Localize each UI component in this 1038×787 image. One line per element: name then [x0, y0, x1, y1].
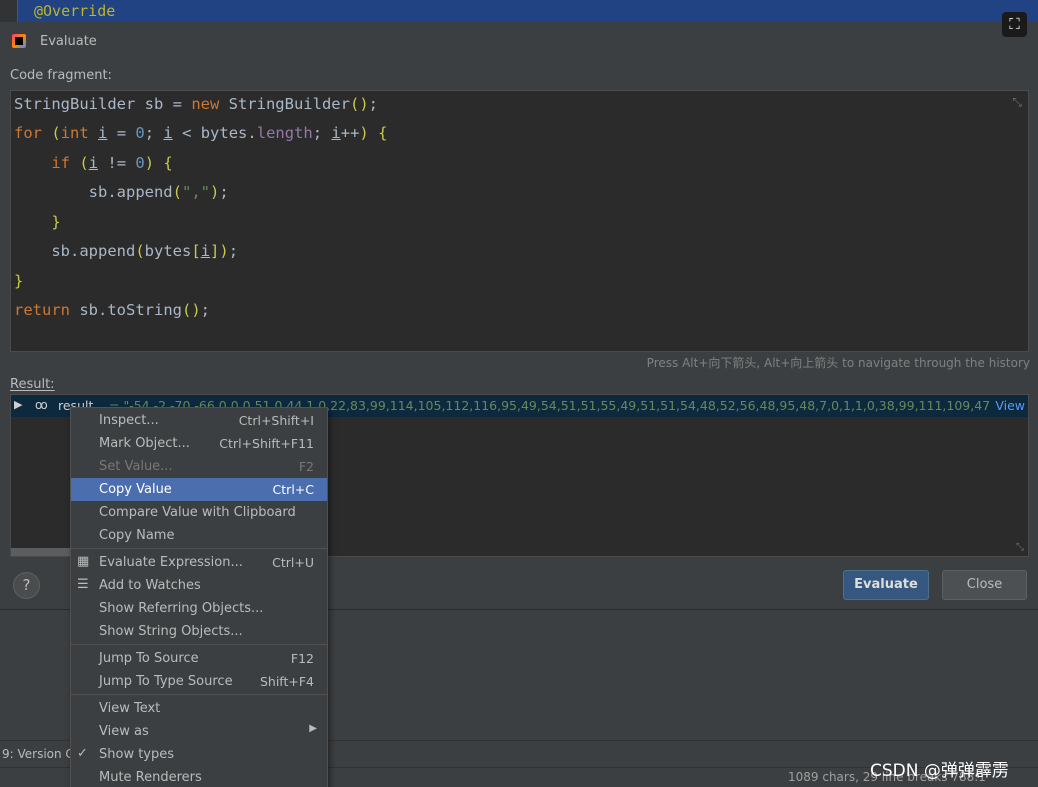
menu-item-label: Compare Value with Clipboard — [99, 505, 296, 520]
dialog-title-bar[interactable]: Evaluate ⛶ — [0, 12, 1038, 62]
watches-icon: ☰ — [77, 577, 89, 592]
menu-item-shortcut: Ctrl+Shift+F11 — [219, 436, 314, 451]
menu-item-mark-object[interactable]: Mark Object... Ctrl+Shift+F11 — [71, 432, 327, 455]
menu-item-label: View Text — [99, 701, 161, 716]
menu-item-label: Add to Watches — [99, 578, 201, 593]
menu-item-label: Show String Objects... — [99, 624, 243, 639]
menu-item-inspect[interactable]: Inspect... Ctrl+Shift+I — [71, 409, 327, 432]
dialog-title: Evaluate — [40, 34, 97, 49]
view-link[interactable]: View — [995, 398, 1025, 413]
editor-gutter — [0, 0, 18, 22]
checkmark-icon: ✓ — [77, 746, 88, 761]
collapse-icon[interactable]: ⤡ — [1012, 95, 1022, 110]
menu-item-add-to-watches[interactable]: ☰ Add to Watches — [71, 574, 327, 597]
code-line: } — [14, 272, 24, 290]
code-line: if (i != 0) { — [51, 154, 173, 172]
menu-item-show-string-objects[interactable]: Show String Objects... — [71, 620, 327, 643]
menu-item-set-value[interactable]: Set Value... F2 — [71, 455, 327, 478]
menu-item-shortcut: Ctrl+U — [272, 555, 314, 570]
csdn-watermark: CSDN @弹弹霹雳 — [870, 761, 1009, 781]
resize-grip-icon[interactable]: ⤡ — [1016, 542, 1024, 553]
menu-item-label: Inspect... — [99, 413, 159, 428]
menu-item-label: Jump To Type Source — [99, 674, 233, 689]
menu-separator — [71, 644, 327, 645]
menu-item-shortcut: Shift+F4 — [259, 674, 314, 689]
menu-item-label: Copy Name — [99, 528, 175, 543]
menu-item-copy-name[interactable]: Copy Name — [71, 524, 327, 547]
result-label: Result: — [10, 377, 55, 392]
code-line: sb.append(","); — [14, 183, 229, 201]
code-fragment-editor[interactable]: ⤡ StringBuilder sb = new StringBuilder()… — [10, 90, 1029, 352]
help-button[interactable]: ? — [13, 572, 40, 599]
menu-item-show-types[interactable]: ✓ Show types — [71, 743, 327, 766]
editor-line: @Override — [0, 0, 1038, 22]
code-fragment-label: Code fragment: — [10, 68, 112, 83]
code-line: return sb.toString(); — [14, 301, 211, 319]
menu-item-evaluate-expression[interactable]: ▦ Evaluate Expression... Ctrl+U — [71, 551, 327, 574]
menu-item-label: Show types — [99, 747, 175, 762]
evaluate-button[interactable]: Evaluate — [843, 570, 929, 600]
watch-glasses-icon: oo — [35, 398, 48, 412]
menu-item-shortcut: F12 — [290, 651, 314, 666]
code-line: } — [51, 213, 61, 231]
code-line: for (int i = 0; i < bytes.length; i++) { — [14, 124, 388, 142]
code-line: sb.append(bytes[i]); — [14, 242, 239, 260]
menu-item-view-text[interactable]: View Text — [71, 697, 327, 720]
menu-item-compare-value-with-clipboard[interactable]: Compare Value with Clipboard — [71, 501, 327, 524]
menu-item-mute-renderers[interactable]: Mute Renderers — [71, 766, 327, 787]
menu-item-jump-to-source[interactable]: Jump To Source F12 — [71, 647, 327, 670]
editor-code-line: @Override — [34, 2, 116, 20]
fullscreen-icon[interactable]: ⛶ — [1002, 12, 1027, 37]
history-hint: Press Alt+向下箭头, Alt+向上箭头 to navigate thr… — [646, 356, 1030, 370]
menu-item-label: Show Referring Objects... — [99, 601, 264, 616]
menu-item-shortcut: Ctrl+Shift+I — [238, 413, 314, 428]
submenu-arrow-icon: ▶ — [309, 723, 317, 734]
menu-item-shortcut: Ctrl+C — [272, 482, 314, 497]
version-control-tab[interactable]: 9: Version C — [2, 747, 74, 761]
menu-item-label: Evaluate Expression... — [99, 555, 243, 570]
code-line: StringBuilder sb = new StringBuilder(); — [14, 95, 378, 113]
menu-separator — [71, 694, 327, 695]
close-button[interactable]: Close — [942, 570, 1027, 600]
expand-arrow-icon[interactable]: ▶ — [14, 398, 22, 411]
menu-item-shortcut: F2 — [298, 459, 314, 474]
menu-item-jump-to-type-source[interactable]: Jump To Type Source Shift+F4 — [71, 670, 327, 693]
menu-item-label: Set Value... — [99, 459, 173, 474]
intellij-app-icon — [12, 34, 26, 48]
calculator-icon: ▦ — [77, 554, 90, 569]
menu-item-label: Mute Renderers — [99, 770, 202, 785]
context-menu: Inspect... Ctrl+Shift+I Mark Object... Ctrl… — [70, 407, 328, 787]
menu-separator — [71, 548, 327, 549]
menu-item-label: Mark Object... — [99, 436, 190, 451]
menu-item-label: View as — [99, 724, 149, 739]
menu-item-view-as[interactable]: View as ▶ — [71, 720, 327, 743]
menu-item-copy-value[interactable]: Copy Value Ctrl+C — [71, 478, 327, 501]
menu-item-show-referring-objects[interactable]: Show Referring Objects... — [71, 597, 327, 620]
menu-item-label: Jump To Source — [99, 651, 199, 666]
menu-item-label: Copy Value — [99, 482, 172, 497]
